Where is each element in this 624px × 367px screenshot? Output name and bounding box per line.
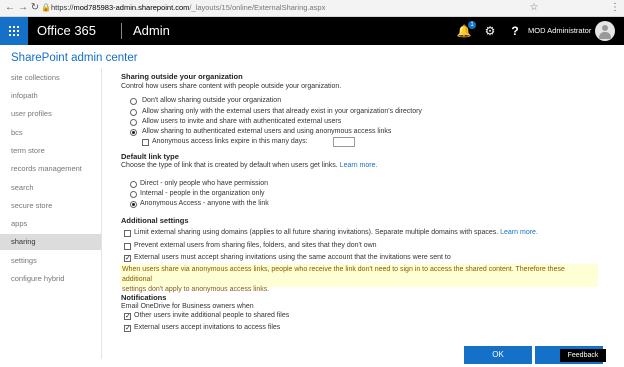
page-title: SharePoint admin center [11, 52, 138, 64]
sharing-outside-heading: Sharing outside your organization [121, 72, 243, 81]
accept-same-account-label: External users must accept sharing invit… [134, 254, 451, 261]
back-icon[interactable]: ← [4, 2, 16, 14]
default-link-description-row: Choose the type of link that is created … [121, 162, 377, 169]
expire-checkbox[interactable] [142, 139, 149, 146]
forward-icon[interactable]: → [17, 2, 29, 14]
default-link-heading: Default link type [121, 152, 179, 161]
suite-separator [121, 23, 122, 39]
notifications-heading: Notifications [121, 293, 167, 302]
radio-anonymous-links[interactable] [130, 129, 137, 136]
lock-icon: 🔒 [41, 3, 51, 12]
url-path: /_layouts/15/online/ExternalSharing.aspx [189, 3, 326, 12]
bookmark-star-icon[interactable]: ☆ [528, 2, 540, 14]
limit-domains-row: Limit external sharing using domains (ap… [134, 228, 538, 238]
notice-line-2: settings don't apply to anonymous access… [122, 286, 270, 293]
suite-bar: Office 365 Admin 🔔 1 ⚙ ? MOD Administrat… [0, 17, 624, 45]
notify-accept-checkbox[interactable]: ✓ [124, 325, 131, 332]
app-name[interactable]: Admin [133, 17, 170, 45]
nav-item-apps[interactable]: apps [0, 216, 101, 232]
nav-item-user-profiles[interactable]: user profiles [0, 106, 101, 122]
radio-existing-external[interactable] [130, 109, 137, 116]
option-existing-external-label: Allow sharing only with the external use… [142, 108, 422, 115]
gear-icon[interactable]: ⚙ [478, 17, 502, 45]
nav-item-configure-hybrid[interactable]: configure hybrid [0, 271, 101, 287]
app-launcher-icon[interactable] [0, 17, 28, 45]
browser-toolbar: ← → ↻ 🔒 https://mod785983-admin.sharepoi… [0, 0, 624, 17]
notify-accept-label: External users accept invitations to acc… [134, 324, 281, 331]
address-bar[interactable]: https://mod785983-admin.sharepoint.com/_… [51, 3, 325, 12]
prevent-resharing-checkbox[interactable] [124, 243, 131, 250]
notify-invite-label: Other users invite additional people to … [134, 312, 290, 319]
option-anonymous-access-label: Anonymous Access - anyone with the link [140, 200, 269, 207]
refresh-icon[interactable]: ↻ [29, 2, 41, 14]
option-authenticated-external-label: Allow users to invite and share with aut… [142, 118, 342, 125]
ok-button[interactable]: OK [464, 346, 532, 364]
nav-item-term-store[interactable]: term store [0, 143, 101, 159]
nav-item-records-management[interactable]: records management [0, 161, 101, 177]
limit-domains-label: Limit external sharing using domains (ap… [134, 229, 499, 236]
nav-item-search[interactable]: search [0, 180, 101, 196]
nav-item-secure-store[interactable]: secure store [0, 198, 101, 214]
help-icon[interactable]: ? [503, 17, 527, 45]
browser-menu-icon[interactable]: ⋮ [610, 2, 620, 14]
radio-direct[interactable] [130, 181, 137, 188]
notice-line-1: When users share via anonymous access li… [122, 266, 565, 283]
user-name[interactable]: MOD Administrator [528, 17, 591, 45]
notifications-description: Email OneDrive for Business owners when [121, 303, 254, 310]
url-host: mod785983-admin.sharepoint.com [73, 3, 190, 12]
brand-name[interactable]: Office 365 [37, 17, 96, 45]
nav-item-sharing[interactable]: sharing [0, 234, 101, 250]
option-dont-allow-label: Don't allow sharing outside your organiz… [142, 97, 282, 104]
prevent-resharing-label: Prevent external users from sharing file… [134, 242, 377, 249]
nav-item-bcs[interactable]: bcs [0, 125, 101, 141]
option-anonymous-links-label: Allow sharing to authenticated external … [142, 128, 392, 135]
option-direct-label: Direct - only people who have permission [140, 180, 269, 187]
sharing-outside-description: Control how users share content with peo… [121, 83, 342, 90]
accept-same-account-checkbox[interactable]: ✓ [124, 255, 131, 262]
nav-divider [101, 68, 102, 359]
feedback-button[interactable]: Feedback [560, 349, 606, 362]
expire-label: Anonymous access links expire in this ma… [152, 138, 308, 145]
avatar[interactable] [595, 21, 615, 41]
nav-item-settings[interactable]: settings [0, 253, 101, 269]
default-link-description: Choose the type of link that is created … [121, 162, 338, 169]
limit-domains-checkbox[interactable] [124, 230, 131, 237]
option-internal-label: Internal - people in the organization on… [140, 190, 265, 197]
expire-days-input[interactable] [333, 137, 355, 147]
learn-more-link[interactable]: Learn more. [340, 162, 378, 169]
notify-invite-checkbox[interactable]: ✓ [124, 313, 131, 320]
notification-badge: 1 [468, 21, 476, 29]
anonymous-notice: When users share via anonymous access li… [120, 264, 598, 293]
additional-heading: Additional settings [121, 216, 189, 225]
radio-anonymous-access[interactable] [130, 201, 137, 208]
nav-item-infopath[interactable]: infopath [0, 88, 101, 104]
url-protocol: https:// [51, 3, 74, 12]
radio-internal[interactable] [130, 191, 137, 198]
radio-dont-allow[interactable] [130, 98, 137, 105]
limit-learn-more-link[interactable]: Learn more. [500, 229, 538, 236]
radio-authenticated-external[interactable] [130, 119, 137, 126]
nav-item-site-collections[interactable]: site collections [0, 70, 101, 86]
